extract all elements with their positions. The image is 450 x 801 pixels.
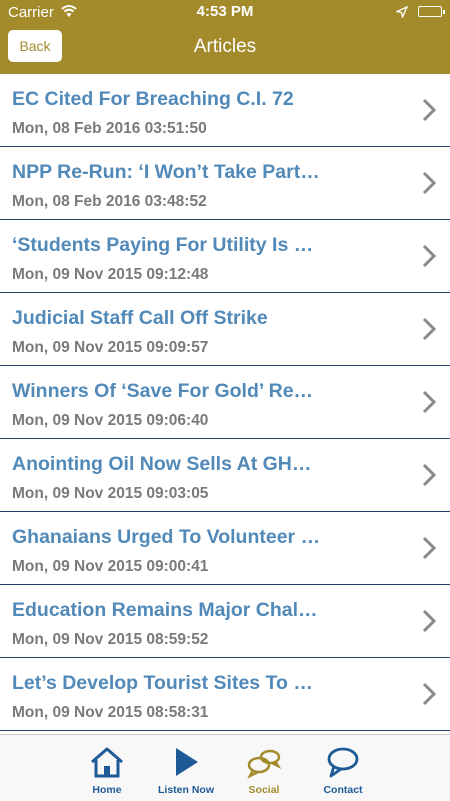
status-bar: Carrier 4:53 PM [0, 0, 450, 24]
tab-label: Listen Now [157, 784, 214, 796]
list-item[interactable]: Education Remains Major Chal… Mon, 09 No… [0, 585, 450, 658]
chevron-right-icon [422, 317, 436, 341]
article-title: Anointing Oil Now Sells At GH… [12, 453, 312, 475]
article-title: Judicial Staff Call Off Strike [12, 307, 268, 329]
list-item[interactable]: Judicial Staff Call Off Strike Mon, 09 N… [0, 293, 450, 366]
list-item[interactable]: ‘Students Paying For Utility Is … Mon, 0… [0, 220, 450, 293]
article-date: Mon, 08 Feb 2016 03:48:52 [12, 193, 207, 210]
article-date: Mon, 09 Nov 2015 09:03:05 [12, 485, 209, 502]
navigation-bar: Carrier 4:53 PM Back Articles [0, 0, 450, 74]
list-item[interactable]: Ghanaians Urged To Volunteer … Mon, 09 N… [0, 512, 450, 585]
list-item[interactable]: Let’s Develop Tourist Sites To … Mon, 09… [0, 658, 450, 731]
page-title: Articles [193, 36, 257, 57]
home-icon [91, 747, 123, 778]
chevron-right-icon [422, 98, 436, 122]
clock: 4:53 PM [196, 3, 254, 20]
article-date: Mon, 08 Feb 2016 03:51:50 [12, 120, 207, 137]
battery-icon [418, 6, 445, 17]
article-title: Ghanaians Urged To Volunteer … [12, 526, 321, 548]
chevron-right-icon [422, 682, 436, 706]
chevron-right-icon [422, 244, 436, 268]
location-arrow-icon [394, 5, 409, 22]
chevron-right-icon [422, 536, 436, 560]
list-item[interactable]: Winners Of ‘Save For Gold’ Re… Mon, 09 N… [0, 366, 450, 439]
tab-label: Contact [323, 784, 363, 796]
article-title: Let’s Develop Tourist Sites To … [12, 672, 313, 694]
article-title: ‘Students Paying For Utility Is … [12, 234, 314, 256]
article-title: Education Remains Major Chal… [12, 599, 318, 621]
article-date: Mon, 09 Nov 2015 09:12:48 [12, 266, 209, 283]
article-date: Mon, 09 Nov 2015 09:06:40 [12, 412, 209, 429]
tab-bar: Home Listen Now Social Contact [0, 734, 450, 801]
tab-label: Social [248, 784, 280, 796]
speech-bubble-icon [327, 747, 359, 778]
article-date: Mon, 09 Nov 2015 09:09:57 [12, 339, 209, 356]
list-item[interactable]: Anointing Oil Now Sells At GH… Mon, 09 N… [0, 439, 450, 512]
chevron-right-icon [422, 463, 436, 487]
article-date: Mon, 09 Nov 2015 08:59:52 [12, 631, 209, 648]
chevron-right-icon [422, 171, 436, 195]
articles-list: EC Cited For Breaching C.I. 72 Mon, 08 F… [0, 74, 450, 734]
article-date: Mon, 09 Nov 2015 09:00:41 [12, 558, 209, 575]
tab-contact[interactable]: Contact [303, 735, 383, 801]
chevron-right-icon [422, 390, 436, 414]
tab-home[interactable]: Home [67, 735, 147, 801]
chat-bubbles-icon [247, 749, 282, 779]
tab-social[interactable]: Social [224, 735, 304, 801]
tab-label: Home [92, 784, 122, 796]
list-item[interactable]: EC Cited For Breaching C.I. 72 Mon, 08 F… [0, 74, 450, 147]
article-title: Winners Of ‘Save For Gold’ Re… [12, 380, 314, 402]
tab-listen-now[interactable]: Listen Now [146, 735, 226, 801]
chevron-right-icon [422, 609, 436, 633]
list-item[interactable]: NPP Re-Run: ‘I Won’t Take Part… Mon, 08 … [0, 147, 450, 220]
article-title: NPP Re-Run: ‘I Won’t Take Part… [12, 161, 320, 183]
article-title: EC Cited For Breaching C.I. 72 [12, 88, 294, 110]
article-date: Mon, 09 Nov 2015 08:58:31 [12, 704, 209, 721]
play-icon [176, 748, 198, 776]
